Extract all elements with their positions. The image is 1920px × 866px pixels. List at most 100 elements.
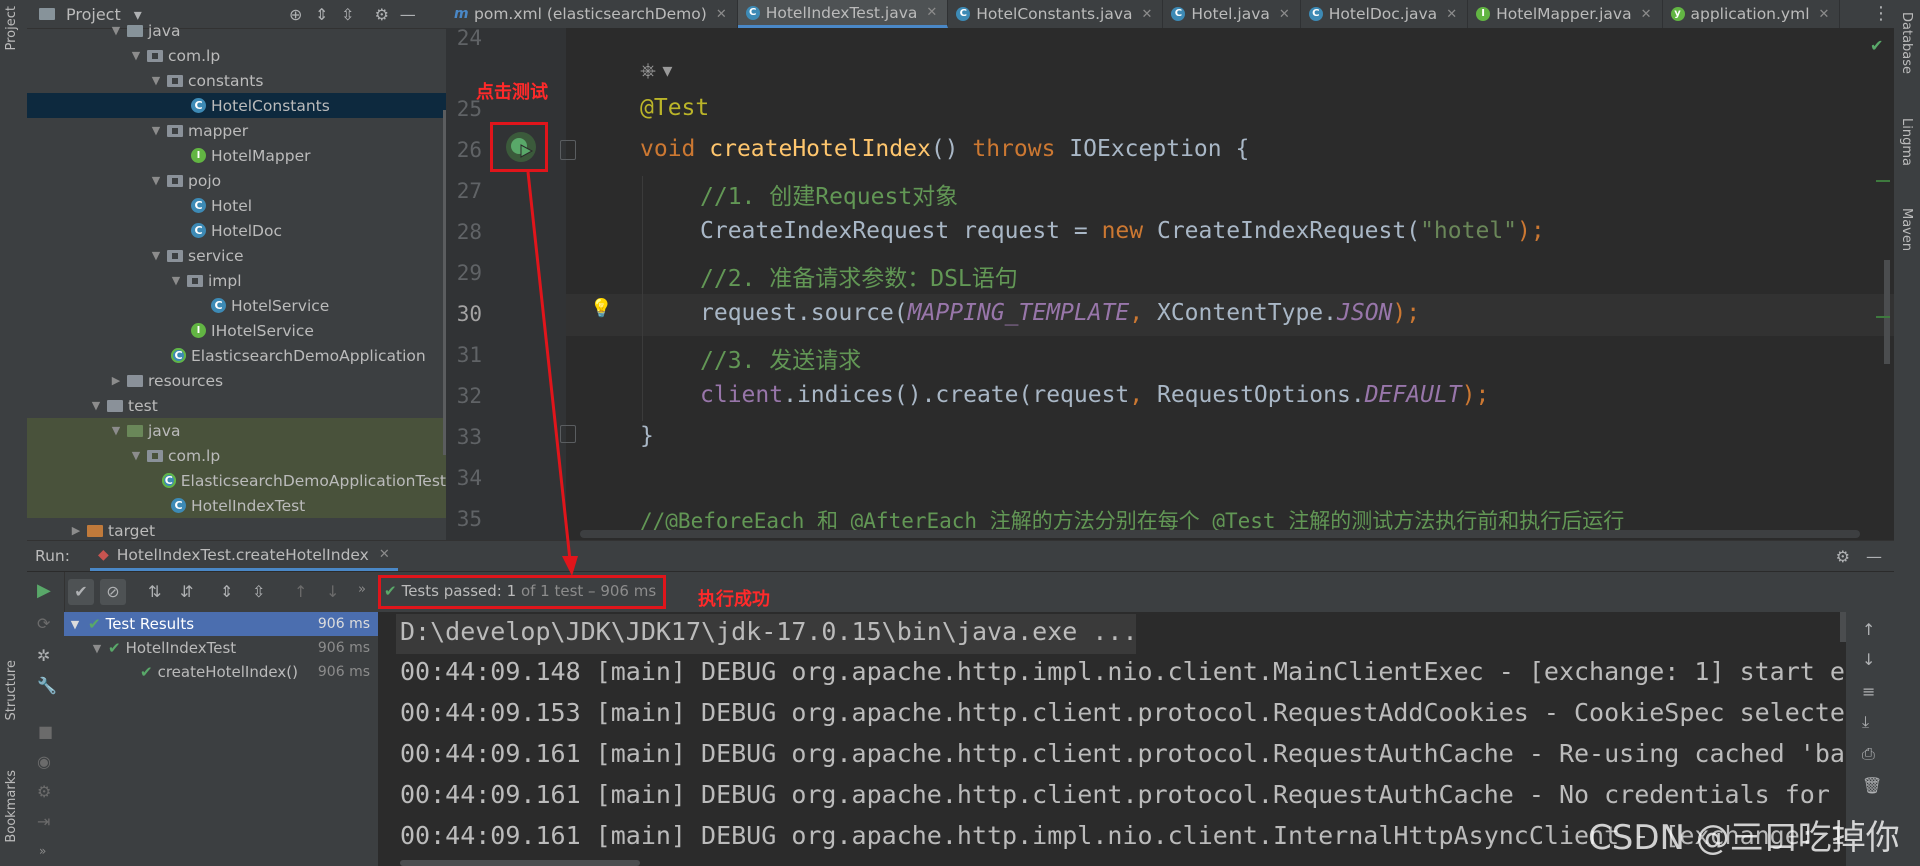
more-tabs-icon[interactable]: ⋮	[1872, 3, 1890, 24]
minimize-icon[interactable]: —	[1866, 547, 1882, 566]
tree-row[interactable]: ▼ java	[27, 18, 446, 43]
print-icon[interactable]: ⎙	[1862, 744, 1875, 764]
code-line-29: //2. 准备请求参数：DSL语句	[640, 259, 1018, 293]
close-icon[interactable]: ✕	[716, 7, 727, 22]
tree-row[interactable]: ▼ java	[27, 418, 446, 443]
tree-row[interactable]: I HotelMapper	[27, 143, 446, 168]
tab-hotelindextest[interactable]: C HotelIndexTest.java ✕	[737, 0, 949, 28]
tab-label: HotelIndexTest.java	[765, 3, 918, 22]
rerun-failed-icon[interactable]: ⟳	[37, 614, 50, 633]
exit-icon[interactable]: ⇥	[37, 812, 50, 831]
rerun-icon[interactable]: ▶	[37, 580, 51, 601]
close-icon[interactable]: ✕	[926, 5, 937, 20]
lingma-tool-button[interactable]: Lingma	[1899, 118, 1914, 166]
debug-icon[interactable]: ✲	[37, 646, 50, 665]
close-icon[interactable]: ✕	[1279, 7, 1290, 22]
scroll-up-icon[interactable]: ↑	[1862, 620, 1875, 639]
inspection-ok-icon[interactable]: ✔	[1870, 36, 1883, 55]
previous-failed-icon[interactable]: ↑	[294, 582, 307, 601]
tree-row[interactable]: C HotelService	[27, 293, 446, 318]
tree-row[interactable]: C ElasticsearchDemoApplicationTest	[27, 468, 446, 493]
tree-label: pojo	[188, 171, 222, 190]
scroll-to-end-icon[interactable]: ⤓	[1862, 712, 1869, 732]
chevron-down-icon[interactable]: ▼	[129, 449, 143, 462]
maven-tool-button[interactable]: Maven	[1899, 208, 1914, 251]
line-number: 24	[456, 26, 482, 50]
fold-icon[interactable]	[560, 425, 576, 443]
tree-row-selected[interactable]: C HotelConstants	[27, 93, 446, 118]
database-tool-button[interactable]: Database	[1899, 12, 1914, 74]
run-tab[interactable]: ◆ HotelIndexTest.createHotelIndex ✕	[89, 541, 398, 571]
stop-icon[interactable]: ■	[38, 722, 53, 741]
fold-icon[interactable]	[560, 140, 576, 160]
trash-icon[interactable]: 🗑	[1862, 776, 1882, 795]
tree-row[interactable]: ▼ constants	[27, 68, 446, 93]
next-failed-icon[interactable]: ↓	[326, 582, 339, 601]
chevron-down-icon[interactable]: ▼	[89, 399, 103, 412]
gear-icon[interactable]: ⚙	[1836, 547, 1850, 566]
tab-hotelconstants[interactable]: C HotelConstants.java ✕	[948, 0, 1164, 28]
lightbulb-icon[interactable]: 💡	[590, 298, 612, 319]
tab-hoteldoc[interactable]: C HotelDoc.java ✕	[1301, 0, 1469, 28]
structure-tool-button[interactable]: Structure	[4, 660, 19, 720]
tree-row[interactable]: ▼ mapper	[27, 118, 446, 143]
tree-row[interactable]: ▼ impl	[27, 268, 446, 293]
tree-row[interactable]: ▶ resources	[27, 368, 446, 393]
chevron-down-icon[interactable]: ▼	[68, 618, 82, 631]
inlay-run-icon[interactable]: ⎈ ▾	[640, 58, 672, 82]
tree-row[interactable]: C ElasticsearchDemoApplication	[27, 343, 446, 368]
chevron-down-icon[interactable]: ▼	[129, 49, 143, 62]
settings-icon[interactable]: ⚙	[37, 782, 51, 801]
more-icon[interactable]: »	[358, 582, 366, 597]
sort-alpha-icon[interactable]: ⇅	[148, 582, 161, 601]
project-tool-button[interactable]: Project	[4, 6, 19, 50]
chevron-down-icon[interactable]: ▼	[169, 274, 183, 287]
tab-hotel[interactable]: C Hotel.java ✕	[1163, 0, 1301, 28]
chevron-down-icon[interactable]: ▼	[109, 24, 123, 37]
tree-row[interactable]: C HotelDoc	[27, 218, 446, 243]
chevron-right-icon[interactable]: ▶	[69, 524, 83, 537]
chevron-down-icon[interactable]: ▼	[149, 249, 163, 262]
tree-row[interactable]: C Hotel	[27, 193, 446, 218]
show-passed-toggle[interactable]: ✔	[68, 579, 94, 605]
test-row[interactable]: ✔ createHotelIndex() 906 ms	[64, 660, 378, 684]
chevron-down-icon[interactable]: ▼	[149, 174, 163, 187]
tree-row[interactable]: ▼ test	[27, 393, 446, 418]
expand-all-icon[interactable]: ⇕	[220, 582, 233, 601]
bookmarks-tool-button[interactable]: Bookmarks	[4, 770, 19, 843]
close-icon[interactable]: ✕	[379, 547, 390, 562]
console-horizontal-scrollbar[interactable]	[400, 860, 640, 866]
tree-row[interactable]: ▼ pojo	[27, 168, 446, 193]
chevron-down-icon[interactable]: ▼	[90, 642, 104, 655]
chevron-right-icon[interactable]: ▶	[109, 374, 123, 387]
editor-horizontal-scrollbar[interactable]	[580, 530, 1860, 538]
chevron-down-icon[interactable]: ▼	[149, 124, 163, 137]
wrench-icon[interactable]: 🔧	[37, 676, 57, 695]
chevron-down-icon[interactable]: ▼	[109, 424, 123, 437]
editor-vertical-scrollbar[interactable]	[1884, 260, 1890, 364]
more-icon[interactable]: »	[39, 844, 46, 858]
scroll-down-icon[interactable]: ↓	[1862, 650, 1875, 669]
tab-hotelmapper[interactable]: I HotelMapper.java ✕	[1468, 0, 1663, 28]
tree-row[interactable]: ▼ com.lp	[27, 43, 446, 68]
close-icon[interactable]: ✕	[1641, 7, 1652, 22]
close-icon[interactable]: ✕	[1819, 7, 1830, 22]
tree-row[interactable]: ▼ service	[27, 243, 446, 268]
soft-wrap-icon[interactable]: ≡	[1862, 682, 1875, 701]
check-icon: ✔	[88, 615, 101, 633]
tree-row[interactable]: I IHotelService	[27, 318, 446, 343]
tab-application-yml[interactable]: y application.yml ✕	[1663, 0, 1841, 28]
camera-icon[interactable]: ◉	[37, 752, 51, 771]
tree-row[interactable]: ▶ target	[27, 518, 446, 540]
test-row[interactable]: ▼ ✔ HotelIndexTest 906 ms	[64, 636, 378, 660]
close-icon[interactable]: ✕	[1142, 7, 1153, 22]
close-icon[interactable]: ✕	[1446, 7, 1457, 22]
tree-row[interactable]: C HotelIndexTest	[27, 493, 446, 518]
sort-duration-icon[interactable]: ⇵	[180, 582, 193, 601]
show-ignored-toggle[interactable]: ⊘	[100, 579, 126, 605]
tree-row[interactable]: ▼ com.lp	[27, 443, 446, 468]
collapse-all-icon[interactable]: ⇳	[252, 582, 265, 601]
tab-pom-xml[interactable]: m pom.xml (elasticsearchDemo) ✕	[446, 0, 738, 28]
chevron-down-icon[interactable]: ▼	[149, 74, 163, 87]
test-row-selected[interactable]: ▼ ✔ Test Results 906 ms	[64, 612, 378, 636]
